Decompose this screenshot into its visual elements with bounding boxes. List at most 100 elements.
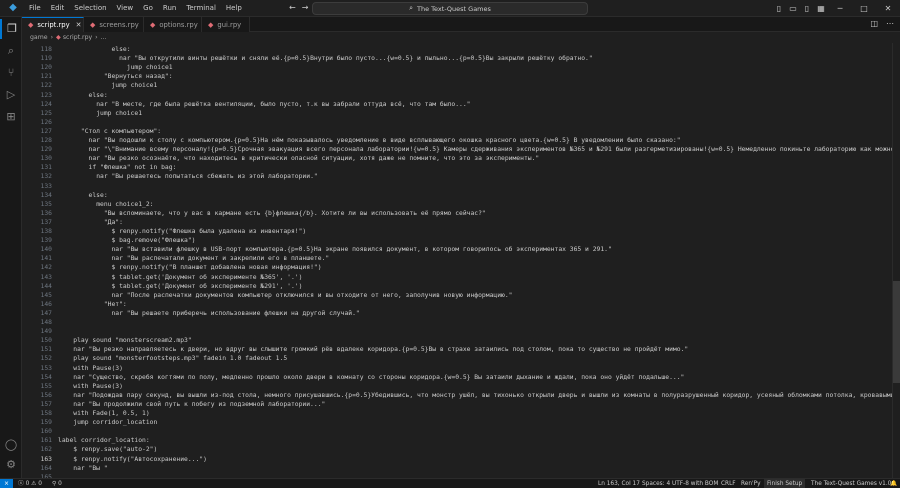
- extensions-icon[interactable]: ⊞: [0, 107, 22, 127]
- tab-screens-rpy[interactable]: ◆ screens.rpy: [84, 17, 144, 32]
- code-line[interactable]: 121 "Вернуться назад":: [22, 72, 900, 81]
- code-line[interactable]: 154 nar "Существо, скребя когтями по полу…: [22, 373, 900, 382]
- code-line[interactable]: 132 nar "Вы решаетесь попытаться сбежать …: [22, 172, 900, 181]
- menu-terminal[interactable]: Terminal: [181, 0, 221, 17]
- language-mode[interactable]: Ren'Py: [741, 479, 761, 488]
- explorer-icon[interactable]: ❐: [0, 19, 22, 39]
- code-line[interactable]: 134 else:: [22, 191, 900, 200]
- source-control-icon[interactable]: ⑂: [0, 63, 22, 83]
- tab-options-rpy[interactable]: ◆ options.rpy: [144, 17, 202, 32]
- tab-gui-rpy[interactable]: ◆ gui.rpy: [202, 17, 250, 32]
- code-line[interactable]: 163 $ renpy.notify("Автосохранение..."): [22, 455, 900, 464]
- back-arrow-icon[interactable]: ←: [289, 3, 296, 12]
- toggle-sidebar-icon[interactable]: ▯: [772, 0, 786, 17]
- code-line[interactable]: 148: [22, 318, 900, 327]
- code-line[interactable]: 122 jump choice1: [22, 81, 900, 90]
- code-line[interactable]: 150 play sound "monsterscream2.mp3": [22, 336, 900, 345]
- menu-file[interactable]: File: [24, 0, 46, 17]
- account-icon[interactable]: ◯: [0, 435, 22, 455]
- menu-view[interactable]: View: [112, 0, 139, 17]
- customize-layout-icon[interactable]: ▦: [814, 0, 828, 17]
- search-view-icon[interactable]: ⌕: [0, 41, 22, 61]
- code-line[interactable]: 124 nar "В месте, где была решётка вентил…: [22, 100, 900, 109]
- code-line[interactable]: 120 jump choice1: [22, 63, 900, 72]
- tab-script-rpy[interactable]: ◆ script.rpy ✕: [22, 17, 84, 32]
- toggle-panel-icon[interactable]: ▭: [786, 0, 800, 17]
- code-line[interactable]: 147 nar "Вы решаете приберечь использован…: [22, 309, 900, 318]
- code-line[interactable]: 162 $ renpy.save("auto-2"): [22, 445, 900, 454]
- line-number: 120: [40, 64, 52, 72]
- code-line[interactable]: 159 jump corridor_location: [22, 418, 900, 427]
- code-line[interactable]: 161 label corridor_location:: [22, 436, 900, 445]
- command-center-search[interactable]: ⌕ The Text-Quest Games: [312, 2, 588, 15]
- code-editor[interactable]: 118 else: 119 nar "Вы открутили винты решёт…: [22, 43, 900, 478]
- problems-status[interactable]: ⓧ 0 ⚠ 0: [18, 479, 42, 488]
- breadcrumb-more[interactable]: ...: [101, 34, 107, 41]
- code-line[interactable]: 119 nar "Вы открутили винты решётки и сня…: [22, 54, 900, 63]
- vertical-scrollbar[interactable]: [892, 43, 900, 478]
- code-line[interactable]: 157 nar "Вы продолжили свой путь к побегу…: [22, 400, 900, 409]
- code-line[interactable]: 145 nar "После распечатки документов комп…: [22, 291, 900, 300]
- notifications-bell-icon[interactable]: 🔔: [890, 479, 897, 488]
- settings-gear-icon[interactable]: ⚙: [0, 455, 22, 475]
- code-line[interactable]: 139 $ bag.remove("Флешка"): [22, 236, 900, 245]
- minimize-button[interactable]: ─: [828, 0, 852, 17]
- maximize-button[interactable]: □: [852, 0, 876, 17]
- code-line[interactable]: 125 jump choice1: [22, 109, 900, 118]
- menu-help[interactable]: Help: [221, 0, 247, 17]
- ports-status[interactable]: ⚲ 0: [52, 479, 62, 488]
- remote-indicator-icon[interactable]: ⨯: [0, 479, 13, 488]
- finish-setup-button[interactable]: Finish Setup: [764, 479, 806, 488]
- split-editor-icon[interactable]: ◫: [870, 19, 878, 28]
- line-number: 148: [40, 319, 52, 326]
- menu-edit[interactable]: Edit: [46, 0, 70, 17]
- menu-selection[interactable]: Selection: [69, 0, 111, 17]
- code-line[interactable]: 156 nar "Подождав пару секунд, вы вышли и…: [22, 391, 900, 400]
- encoding-status[interactable]: UTF-8 with BOM: [672, 479, 718, 488]
- code-line[interactable]: 160: [22, 427, 900, 436]
- forward-arrow-icon[interactable]: →: [302, 3, 309, 12]
- code-line[interactable]: 130 nar "Вы резко осознаёте, что находите…: [22, 154, 900, 163]
- title-bar: ◆ File Edit Selection View Go Run Termin…: [0, 0, 900, 17]
- code-line[interactable]: 136 "Вы вспоминаете, что у вас в кармане …: [22, 209, 900, 218]
- code-line[interactable]: 158 with Fade(1, 0.5, 1): [22, 409, 900, 418]
- code-line[interactable]: 143 $ tablet.get('Документ об эксперимент…: [22, 273, 900, 282]
- breadcrumb-file[interactable]: script.rpy: [63, 34, 92, 41]
- code-line[interactable]: 131 if "Флешка" not in bag:: [22, 163, 900, 172]
- code-line[interactable]: 127 "Стол с компьютером":: [22, 127, 900, 136]
- code-line[interactable]: 144 $ tablet.get('Документ об эксперимент…: [22, 282, 900, 291]
- code-line[interactable]: 149: [22, 327, 900, 336]
- close-window-button[interactable]: ✕: [876, 0, 900, 17]
- code-line[interactable]: 123 else:: [22, 91, 900, 100]
- code-line[interactable]: 142 $ renpy.notify("В планшет добавлена н…: [22, 263, 900, 272]
- code-line[interactable]: 153 with Pause(3): [22, 364, 900, 373]
- code-line[interactable]: 152 play sound "monsterfootsteps.mp3" fad…: [22, 354, 900, 363]
- code-line[interactable]: 146 "Нет":: [22, 300, 900, 309]
- breadcrumb-folder[interactable]: game: [30, 34, 48, 41]
- code-line[interactable]: 118 else:: [22, 45, 900, 54]
- close-tab-icon[interactable]: ✕: [76, 21, 82, 29]
- code-line[interactable]: 133: [22, 182, 900, 191]
- menu-go[interactable]: Go: [138, 0, 158, 17]
- more-actions-icon[interactable]: ⋯: [886, 19, 894, 28]
- nav-arrows: ← →: [289, 3, 308, 12]
- scrollbar-thumb[interactable]: [893, 281, 900, 383]
- indentation-status[interactable]: Spaces: 4: [642, 479, 670, 488]
- code-line[interactable]: 155 with Pause(3): [22, 382, 900, 391]
- extension-status[interactable]: The Text-Quest Games v1.0: [811, 479, 891, 488]
- code-line[interactable]: 128 nar "Вы подошли к столу с компьютером…: [22, 136, 900, 145]
- code-line[interactable]: 138 $ renpy.notify("Флешка была удалена и…: [22, 227, 900, 236]
- code-line[interactable]: 164 nar "Вы ": [22, 464, 900, 473]
- menu-run[interactable]: Run: [158, 0, 181, 17]
- code-line[interactable]: 141 nar "Вы распечатали документ и закреп…: [22, 254, 900, 263]
- run-debug-icon[interactable]: ▷: [0, 85, 22, 105]
- code-line[interactable]: 151 nar "Вы резко направляетесь к двери, …: [22, 345, 900, 354]
- cursor-position[interactable]: Ln 163, Col 17: [598, 479, 640, 488]
- code-line[interactable]: 126: [22, 118, 900, 127]
- code-line[interactable]: 129 nar "\"Внимание всему персоналу!{p=0.…: [22, 145, 900, 154]
- toggle-secondary-sidebar-icon[interactable]: ▯: [800, 0, 814, 17]
- code-line[interactable]: 140 nar "Вы вставили флешку в USB-порт ко…: [22, 245, 900, 254]
- code-line[interactable]: 135 menu choice1_2:: [22, 200, 900, 209]
- code-line[interactable]: 137 "Да":: [22, 218, 900, 227]
- eol-status[interactable]: CRLF: [721, 479, 736, 488]
